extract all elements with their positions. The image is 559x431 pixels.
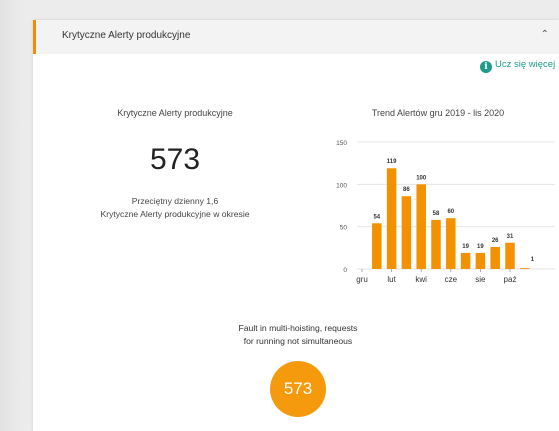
y-tick-label: 0	[343, 267, 347, 274]
learn-more-link[interactable]: i Ucz się więcej	[480, 59, 555, 73]
info-icon: i	[480, 61, 492, 73]
bar	[475, 252, 486, 269]
y-tick-label: 50	[340, 225, 348, 232]
kpi-title: Krytyczne Alerty produkcyjne	[117, 108, 233, 118]
fault-label-line2: for running not simultaneous	[243, 336, 353, 346]
card-header[interactable]: Krytyczne Alerty produkcyjne ⌃	[33, 20, 559, 54]
data-label: 58	[433, 211, 440, 217]
data-label: 1	[531, 257, 535, 263]
trend-chart-title: Trend Alertów gru 2019 - lis 2020	[371, 108, 505, 118]
data-label: 26	[492, 238, 499, 244]
y-tick-label: 100	[336, 182, 347, 189]
chevron-up-icon[interactable]: ⌃	[541, 29, 549, 40]
x-tick-label: gru	[356, 275, 368, 284]
fault-label-line1: Fault in multi-hoisting, requests	[238, 323, 358, 333]
card-title: Krytyczne Alerty produkcyjne	[62, 30, 191, 41]
data-label: 86	[403, 187, 410, 193]
bar	[505, 242, 515, 269]
bar	[446, 218, 456, 269]
x-tick-label: sie	[475, 275, 486, 284]
kpi-value: 573	[149, 143, 201, 176]
fault-count-bubble[interactable]: 573	[270, 361, 326, 417]
trend-chart: 0 50 100 150 54 119 86 100 58 60 19 19 26 31 1 gru lut kw…	[336, 140, 555, 284]
data-label: 54	[373, 214, 380, 220]
data-label: 31	[507, 234, 514, 240]
x-tick-label: cze	[445, 275, 458, 284]
data-label: 119	[387, 159, 397, 165]
bar	[431, 219, 441, 269]
x-tick-label: kwi	[415, 275, 427, 284]
alerts-card: Krytyczne Alerty produkcyjne ⌃ i Ucz się …	[33, 20, 559, 431]
bar	[416, 184, 426, 269]
x-tick-label: paź	[504, 275, 517, 284]
bar	[386, 168, 397, 269]
data-label: 100	[416, 175, 427, 181]
bar	[460, 252, 471, 269]
bar	[372, 223, 382, 269]
data-label: 19	[477, 244, 484, 250]
kpi-average: Przeciętny dzienny 1,6	[131, 196, 219, 206]
data-label: 19	[462, 244, 469, 250]
learn-more-label: Ucz się więcej	[495, 59, 556, 70]
bar	[490, 246, 500, 269]
data-label: 60	[447, 209, 454, 215]
kpi-description: Krytyczne Alerty produkcyjne w okresie	[100, 209, 250, 219]
y-tick-label: 150	[336, 140, 347, 147]
x-tick-label: lut	[387, 275, 396, 284]
bar	[401, 196, 412, 269]
page-left-shade	[0, 0, 22, 431]
bar	[520, 268, 530, 269]
